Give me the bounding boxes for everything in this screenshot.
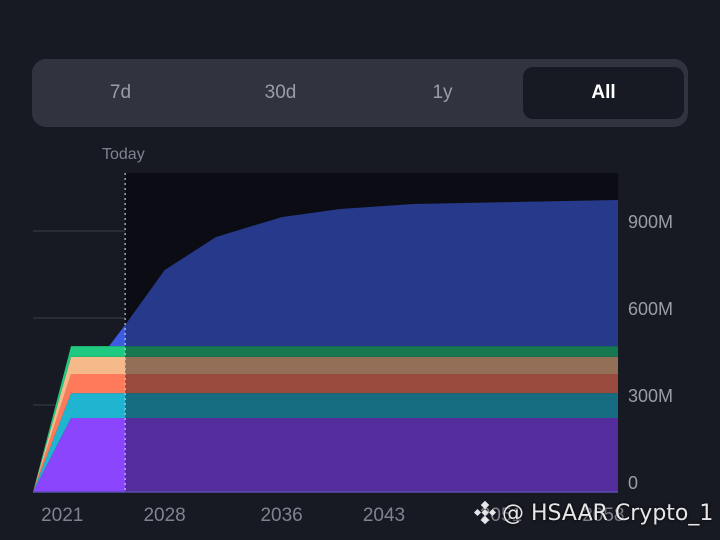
x-tick-label: 2021 — [41, 505, 83, 526]
y-tick-label: 900M — [628, 212, 673, 232]
x-tick-label: 2043 — [363, 505, 405, 526]
x-tick-label: 2036 — [260, 505, 302, 526]
y-tick-label: 600M — [628, 299, 673, 319]
y-tick-label: 0 — [628, 473, 638, 493]
x-tick-label: 2028 — [143, 505, 185, 526]
watermark-text: @ HSAAR Crypto_1 — [502, 500, 714, 526]
supply-area-chart: 0300M600M900M2021 2028 2036 2043 2051 2058 — [33, 173, 673, 526]
future-dim-overlay — [125, 173, 618, 493]
y-tick-label: 300M — [628, 386, 673, 406]
binance-logo-icon — [473, 500, 497, 525]
watermark: @ HSAAR Crypto_1 — [472, 500, 713, 526]
